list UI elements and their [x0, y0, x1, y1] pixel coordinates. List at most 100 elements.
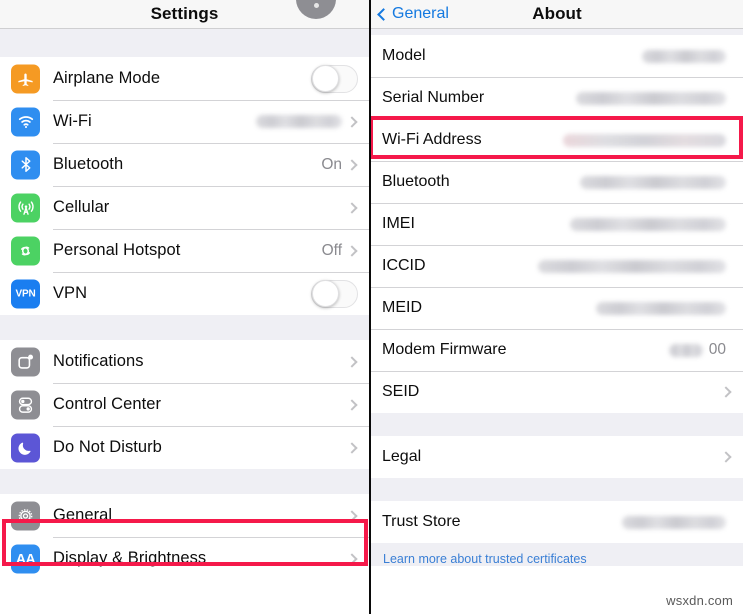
about-row-legal[interactable]: Legal — [371, 436, 743, 478]
chevron-right-icon — [346, 441, 358, 454]
toggle-switch[interactable] — [311, 279, 358, 308]
settings-panel: Settings Airplane Mode Wi-Fi Bluetooth On Ce… — [0, 0, 371, 614]
about-row-label: Serial Number — [382, 89, 485, 106]
about-row-imei[interactable]: IMEI — [371, 203, 743, 245]
sidebar-item-label: Notifications — [53, 352, 144, 370]
sidebar-item-cellular[interactable]: Cellular — [0, 186, 369, 229]
about-row-meid[interactable]: MEID — [371, 287, 743, 329]
cellular-icon — [11, 193, 40, 222]
chevron-right-icon — [346, 244, 358, 257]
back-button-label: General — [392, 5, 449, 22]
sidebar-item-control-center[interactable]: Control Center — [0, 383, 369, 426]
chevron-right-icon — [346, 201, 358, 214]
about-panel: General About Model Serial Number Wi-Fi Ad… — [371, 0, 743, 614]
redacted-value — [580, 175, 726, 189]
chevron-right-icon — [720, 386, 732, 398]
section-gap — [0, 315, 369, 340]
about-row-label: Bluetooth — [382, 173, 450, 190]
about-navbar: General About — [371, 0, 743, 29]
chevron-right-icon — [346, 398, 358, 411]
redacted-value — [622, 515, 726, 529]
display-brightness-icon: AA — [11, 544, 40, 573]
sidebar-item-label: Personal Hotspot — [53, 241, 181, 259]
learn-more-link[interactable]: Learn more about trusted certificates — [383, 552, 587, 566]
redacted-value — [668, 343, 703, 357]
toggle-knob — [312, 280, 339, 307]
wifi-icon — [11, 107, 40, 136]
about-row-label: SEID — [382, 383, 420, 400]
redacted-value — [563, 133, 726, 147]
about-row-seid[interactable]: SEID — [371, 371, 743, 413]
about-row-iccid[interactable]: ICCID — [371, 245, 743, 287]
sidebar-item-label: General — [53, 506, 113, 524]
sidebar-item-value: On — [321, 155, 342, 173]
section-gap — [371, 413, 743, 436]
sidebar-item-label: VPN — [53, 284, 88, 302]
sidebar-item-notifications[interactable]: Notifications — [0, 340, 369, 383]
vpn-icon: VPN — [11, 279, 40, 308]
about-row-value: 00 — [708, 341, 726, 358]
sidebar-item-label: Control Center — [53, 395, 161, 413]
about-row-wi-fi-address[interactable]: Wi-Fi Address — [371, 119, 743, 161]
section-gap — [0, 29, 369, 57]
redacted-value — [570, 217, 726, 231]
about-row-label: Wi-Fi Address — [382, 131, 482, 148]
sidebar-item-label: Do Not Disturb — [53, 438, 162, 456]
sidebar-item-personal-hotspot[interactable]: Personal Hotspot Off — [0, 229, 369, 272]
redacted-value — [256, 115, 342, 128]
about-row-label: MEID — [382, 299, 422, 316]
about-row-model[interactable]: Model — [371, 35, 743, 77]
gear-icon — [11, 501, 40, 530]
sidebar-item-airplane-mode[interactable]: Airplane Mode — [0, 57, 369, 100]
section-gap — [0, 469, 369, 494]
bluetooth-icon — [11, 150, 40, 179]
chevron-right-icon — [346, 158, 358, 171]
sidebar-item-wi-fi[interactable]: Wi-Fi — [0, 100, 369, 143]
about-row-label: ICCID — [382, 257, 426, 274]
notifications-icon — [11, 347, 40, 376]
chevron-right-icon — [346, 552, 358, 565]
redacted-value — [642, 49, 726, 63]
about-row-label: Trust Store — [382, 513, 461, 530]
chevron-right-icon — [346, 115, 358, 128]
about-row-modem-firmware[interactable]: Modem Firmware 00 — [371, 329, 743, 371]
about-row-serial-number[interactable]: Serial Number — [371, 77, 743, 119]
about-list: Model Serial Number Wi-Fi Address Bluetooth… — [371, 29, 743, 543]
sidebar-item-vpn[interactable]: VPN VPN — [0, 272, 369, 315]
chevron-left-icon — [377, 7, 390, 21]
sidebar-item-label: Airplane Mode — [53, 69, 161, 87]
settings-list: Airplane Mode Wi-Fi Bluetooth On Cellular Per… — [0, 29, 369, 580]
hotspot-icon — [11, 236, 40, 265]
toggle-switch[interactable] — [311, 64, 358, 93]
watermark: wsxdn.com — [666, 593, 733, 608]
about-row-label: IMEI — [382, 215, 415, 232]
sidebar-item-display-brightness[interactable]: AA Display & Brightness — [0, 537, 369, 580]
about-row-label: Model — [382, 47, 426, 64]
chevron-right-icon — [720, 451, 732, 463]
redacted-value — [576, 91, 726, 105]
redacted-value — [596, 301, 726, 315]
airplane-icon — [11, 64, 40, 93]
sidebar-item-bluetooth[interactable]: Bluetooth On — [0, 143, 369, 186]
about-row-label: Legal — [382, 448, 422, 465]
back-button-general[interactable]: General — [377, 5, 449, 23]
sidebar-item-label: Wi-Fi — [53, 112, 92, 130]
chevron-right-icon — [346, 355, 358, 368]
sidebar-item-general[interactable]: General — [0, 494, 369, 537]
about-title: About — [532, 4, 582, 23]
sidebar-item-label: Cellular — [53, 198, 110, 216]
moon-icon — [11, 433, 40, 462]
chevron-right-icon — [346, 509, 358, 522]
about-row-label: Modem Firmware — [382, 341, 507, 358]
sidebar-item-label: Display & Brightness — [53, 549, 207, 567]
sidebar-item-label: Bluetooth — [53, 155, 124, 173]
sidebar-item-do-not-disturb[interactable]: Do Not Disturb — [0, 426, 369, 469]
about-row-bluetooth[interactable]: Bluetooth — [371, 161, 743, 203]
control-center-icon — [11, 390, 40, 419]
section-gap — [371, 478, 743, 501]
trusted-certificates-footnote: Learn more about trusted certificates — [371, 543, 743, 566]
toggle-knob — [312, 65, 339, 92]
sidebar-item-value: Off — [321, 241, 342, 259]
about-row-trust-store[interactable]: Trust Store — [371, 501, 743, 543]
dual-screenshot-composite: Settings Airplane Mode Wi-Fi Bluetooth On Ce… — [0, 0, 743, 614]
